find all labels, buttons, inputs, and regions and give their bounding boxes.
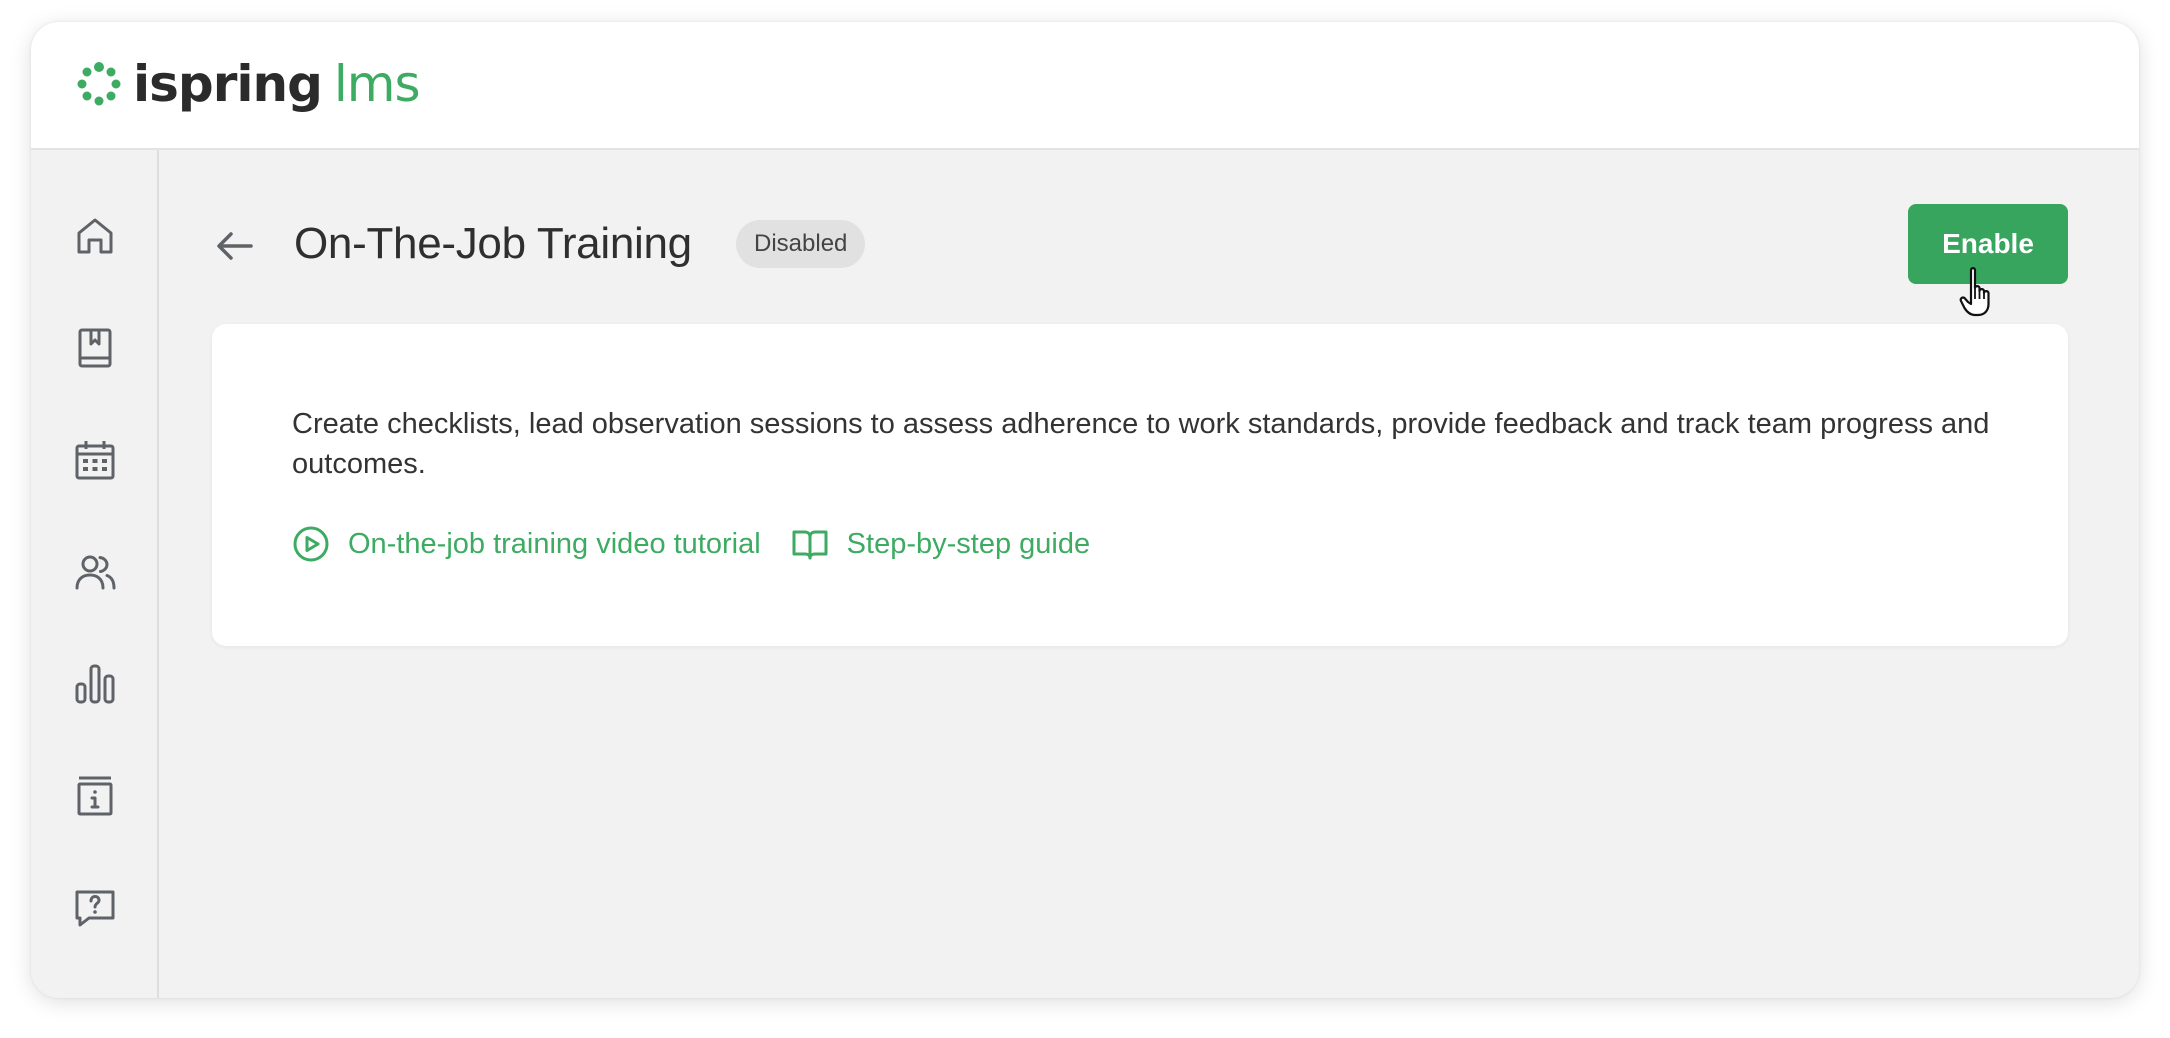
sidebar-item-courses[interactable] [71,324,119,372]
play-circle-icon [293,526,329,562]
sidebar-item-home[interactable] [71,212,119,260]
step-by-step-guide-label: Step-by-step guide [846,528,1091,560]
sidebar [31,150,159,998]
home-icon [77,218,113,254]
video-tutorial-link[interactable]: On-the-job training video tutorial [292,524,761,564]
users-icon [75,555,116,590]
back-arrow-icon[interactable] [211,222,259,270]
calendar-icon [75,441,115,480]
description-text: Create checklists, lead observation sess… [292,408,1990,480]
page-title: On-The-Job Training [294,219,692,268]
step-by-step-guide-link[interactable]: Step-by-step guide [791,524,1090,564]
sidebar-item-reports[interactable] [71,660,119,708]
app-window: ispring lms On-The-Job Training Disabled… [31,22,2139,998]
sidebar-item-calendar[interactable] [71,436,119,484]
help-icon [75,890,115,927]
sidebar-item-info[interactable] [71,772,119,820]
logo[interactable]: ispring lms [75,54,421,114]
info-icon [77,776,113,816]
info-card: Create checklists, lead observation sess… [212,324,2068,646]
open-book-icon [792,530,828,560]
status-badge: Disabled [736,220,866,268]
sidebar-item-help[interactable] [71,884,119,932]
enable-button[interactable]: Enable [1908,204,2068,284]
video-tutorial-label: On-the-job training video tutorial [348,528,761,560]
book-icon [78,328,112,368]
reports-icon [75,664,115,704]
sidebar-item-users[interactable] [71,548,119,596]
help-links: On-the-job training video tutorial Step-… [292,524,1120,564]
ispring-logo-icon [77,62,121,106]
top-bar: ispring lms [31,22,2139,150]
logo-wordmark: ispring [133,55,323,113]
logo-suffix: lms [333,55,421,113]
